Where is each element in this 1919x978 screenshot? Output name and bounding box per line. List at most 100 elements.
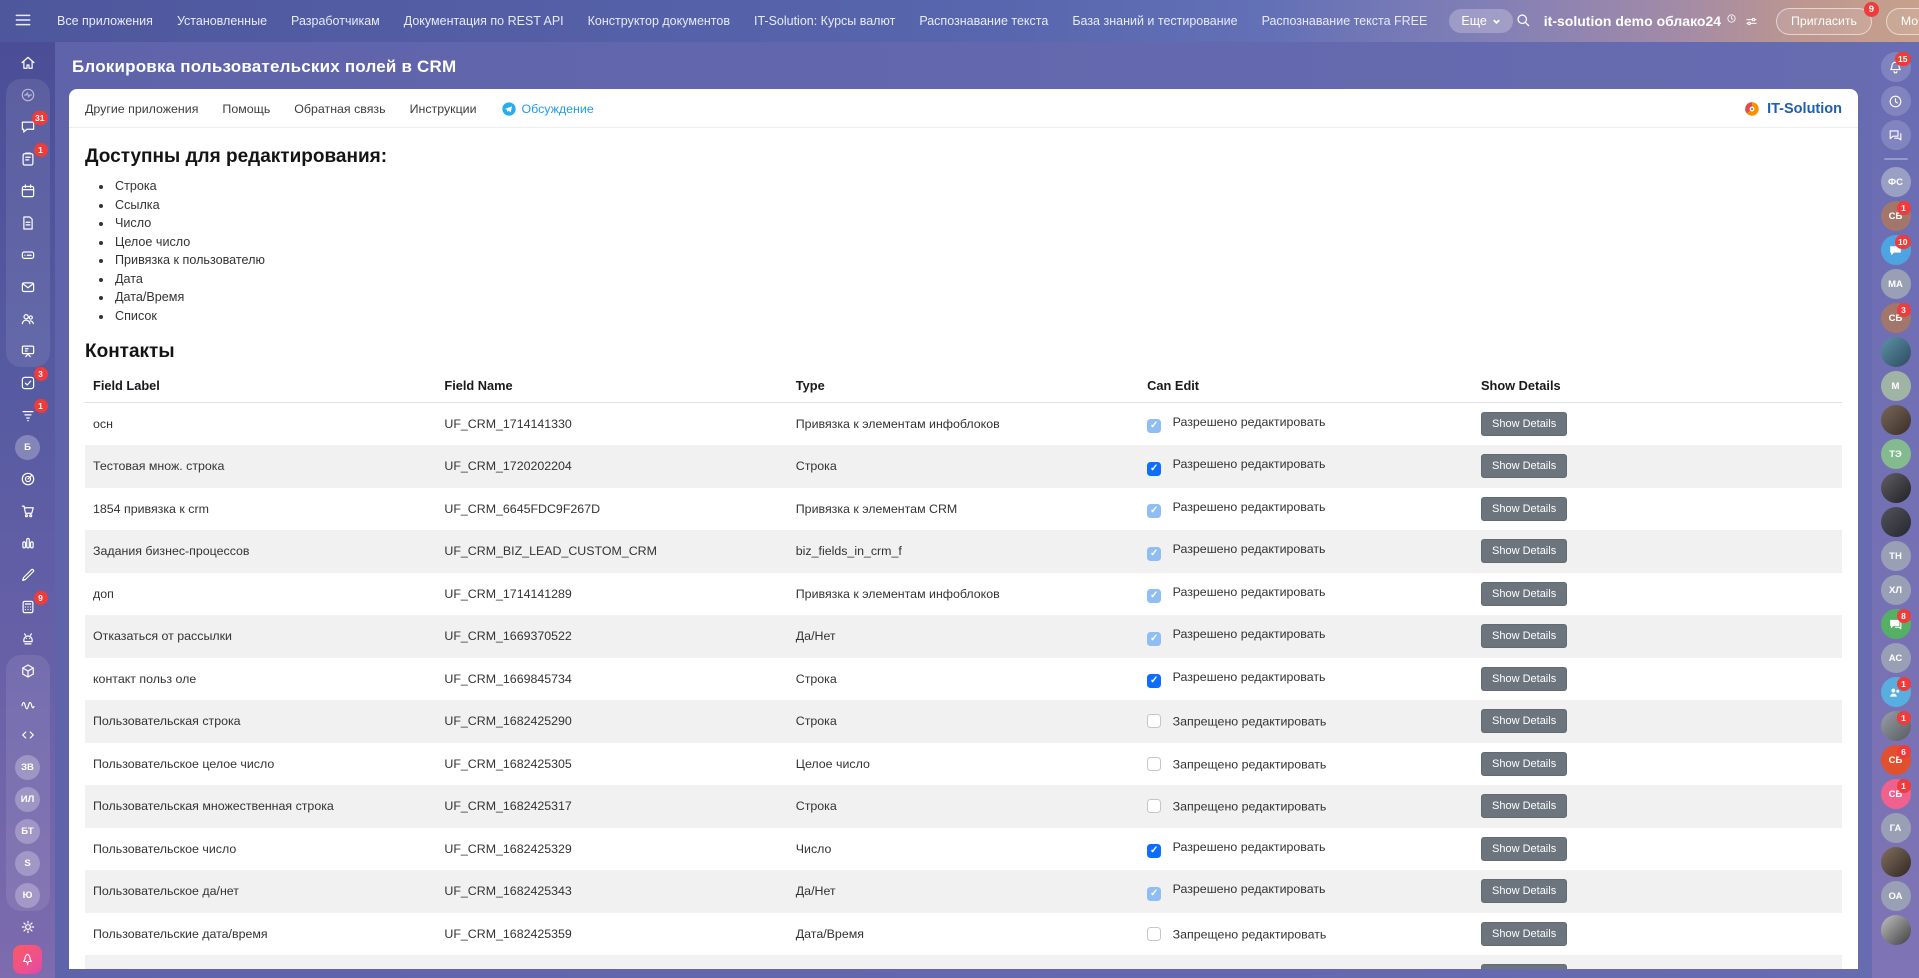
left-sidebar-item[interactable]: 1	[6, 399, 50, 431]
menu-toggle-button[interactable]	[13, 10, 33, 32]
can-edit-checkbox[interactable]	[1147, 504, 1161, 518]
tab[interactable]: Обсуждение	[501, 101, 594, 117]
left-sidebar-item[interactable]: 1	[6, 143, 50, 175]
right-sidebar-item[interactable]	[1879, 120, 1913, 150]
right-sidebar-item[interactable]: 8	[1879, 609, 1913, 639]
right-sidebar-item[interactable]	[1879, 86, 1913, 116]
left-sidebar-item[interactable]: ЗВ	[6, 751, 50, 783]
search-icon[interactable]	[1513, 11, 1533, 31]
right-sidebar-item[interactable]	[1879, 915, 1913, 945]
right-sidebar-item[interactable]: ГА	[1879, 813, 1913, 843]
right-sidebar-item[interactable]: ОА	[1879, 881, 1913, 911]
topbar-nav-item[interactable]: IT-Solution: Курсы валют	[754, 14, 895, 28]
right-sidebar-item[interactable]	[1879, 847, 1913, 877]
can-edit-checkbox[interactable]	[1147, 757, 1161, 771]
can-edit-checkbox[interactable]	[1147, 887, 1161, 901]
right-sidebar-item[interactable]: ТЭ	[1879, 439, 1913, 469]
left-sidebar-item[interactable]	[6, 47, 50, 79]
right-sidebar-item[interactable]: 1	[1879, 677, 1913, 707]
can-edit-checkbox[interactable]	[1147, 799, 1161, 813]
left-sidebar-item[interactable]	[6, 463, 50, 495]
show-details-button[interactable]: Show Details	[1481, 497, 1567, 521]
left-sidebar-item[interactable]	[6, 655, 50, 687]
left-sidebar-item[interactable]	[6, 911, 50, 943]
left-sidebar-item[interactable]	[6, 687, 50, 719]
tab[interactable]: Помощь	[222, 102, 270, 116]
left-sidebar-item[interactable]: ИЛ	[6, 783, 50, 815]
right-sidebar-item[interactable]: СБ 6	[1879, 745, 1913, 775]
show-details-button[interactable]: Show Details	[1481, 752, 1567, 776]
left-sidebar-item[interactable]	[6, 335, 50, 367]
show-details-button[interactable]: Show Details	[1481, 582, 1567, 606]
right-sidebar-item[interactable]: СБ 1	[1879, 201, 1913, 231]
right-sidebar-item[interactable]: СБ 1	[1879, 779, 1913, 809]
left-sidebar-item[interactable]	[6, 495, 50, 527]
can-edit-checkbox[interactable]	[1147, 547, 1161, 561]
left-sidebar-item[interactable]	[6, 239, 50, 271]
right-sidebar-item[interactable]: ХЛ	[1879, 575, 1913, 605]
left-sidebar-item[interactable]: S	[6, 847, 50, 879]
sliders-icon[interactable]	[1744, 14, 1759, 29]
show-details-button[interactable]: Show Details	[1481, 964, 1567, 969]
left-sidebar-item[interactable]	[6, 271, 50, 303]
right-sidebar-item[interactable]	[1879, 154, 1913, 163]
left-sidebar-item[interactable]: 31	[6, 111, 50, 143]
left-sidebar-item[interactable]	[6, 79, 50, 111]
left-sidebar-item[interactable]	[6, 207, 50, 239]
right-sidebar-item[interactable]: ФС	[1879, 167, 1913, 197]
left-sidebar-item[interactable]	[6, 527, 50, 559]
left-sidebar-item[interactable]	[6, 623, 50, 655]
can-edit-checkbox[interactable]	[1147, 632, 1161, 646]
right-sidebar-item[interactable]	[1879, 507, 1913, 537]
show-details-button[interactable]: Show Details	[1481, 454, 1567, 478]
left-sidebar-item[interactable]: БТ	[6, 815, 50, 847]
show-details-button[interactable]: Show Details	[1481, 709, 1567, 733]
right-sidebar-item[interactable]: СБ 3	[1879, 303, 1913, 333]
topbar-nav-item[interactable]: Документация по REST API	[404, 14, 564, 28]
left-sidebar-item[interactable]	[6, 559, 50, 591]
right-sidebar-item[interactable]	[1879, 337, 1913, 367]
right-sidebar-item[interactable]: 10	[1879, 235, 1913, 265]
show-details-button[interactable]: Show Details	[1481, 539, 1567, 563]
topbar-nav-item[interactable]: Все приложения	[57, 14, 153, 28]
left-sidebar-item[interactable]: Ю	[6, 879, 50, 911]
can-edit-checkbox[interactable]	[1147, 714, 1161, 728]
left-sidebar-item[interactable]	[6, 175, 50, 207]
left-sidebar-item[interactable]	[6, 719, 50, 751]
topbar-button[interactable]: Пригласить 9	[1776, 8, 1872, 35]
left-sidebar-item[interactable]	[6, 943, 50, 975]
tab[interactable]: Обратная связь	[294, 102, 385, 116]
topbar-nav-item[interactable]: Установленные	[177, 14, 267, 28]
brand[interactable]: IT-Solution	[1743, 100, 1842, 118]
show-details-button[interactable]: Show Details	[1481, 879, 1567, 903]
show-details-button[interactable]: Show Details	[1481, 412, 1567, 436]
right-sidebar-item[interactable]	[1879, 405, 1913, 435]
topbar-nav-item[interactable]: Распознавание текста	[919, 14, 1048, 28]
tab[interactable]: Другие приложения	[85, 102, 198, 116]
left-sidebar-item[interactable]	[6, 303, 50, 335]
can-edit-checkbox[interactable]	[1147, 589, 1161, 603]
show-details-button[interactable]: Show Details	[1481, 794, 1567, 818]
right-sidebar-item[interactable]: 15	[1879, 52, 1913, 82]
left-sidebar-item[interactable]: 9	[6, 591, 50, 623]
right-sidebar-item[interactable]: АС	[1879, 643, 1913, 673]
show-details-button[interactable]: Show Details	[1481, 922, 1567, 946]
topbar-nav-item[interactable]: Разработчикам	[291, 14, 380, 28]
more-menu-button[interactable]: Еще	[1449, 9, 1512, 33]
can-edit-checkbox[interactable]	[1147, 419, 1161, 433]
left-sidebar-item[interactable]: Б	[6, 431, 50, 463]
show-details-button[interactable]: Show Details	[1481, 667, 1567, 691]
topbar-nav-item[interactable]: Конструктор документов	[588, 14, 730, 28]
topbar-nav-item[interactable]: База знаний и тестирование	[1072, 14, 1237, 28]
right-sidebar-item[interactable]	[1879, 473, 1913, 503]
can-edit-checkbox[interactable]	[1147, 844, 1161, 858]
show-details-button[interactable]: Show Details	[1481, 837, 1567, 861]
right-sidebar-item[interactable]: М	[1879, 371, 1913, 401]
topbar-button[interactable]: Мой тариф	[1886, 8, 1919, 35]
can-edit-checkbox[interactable]	[1147, 674, 1161, 688]
can-edit-checkbox[interactable]	[1147, 927, 1161, 941]
tab[interactable]: Инструкции	[410, 102, 477, 116]
topbar-nav-item[interactable]: Распознавание текста FREE	[1262, 14, 1428, 28]
can-edit-checkbox[interactable]	[1147, 462, 1161, 476]
left-sidebar-item[interactable]: 3	[6, 367, 50, 399]
